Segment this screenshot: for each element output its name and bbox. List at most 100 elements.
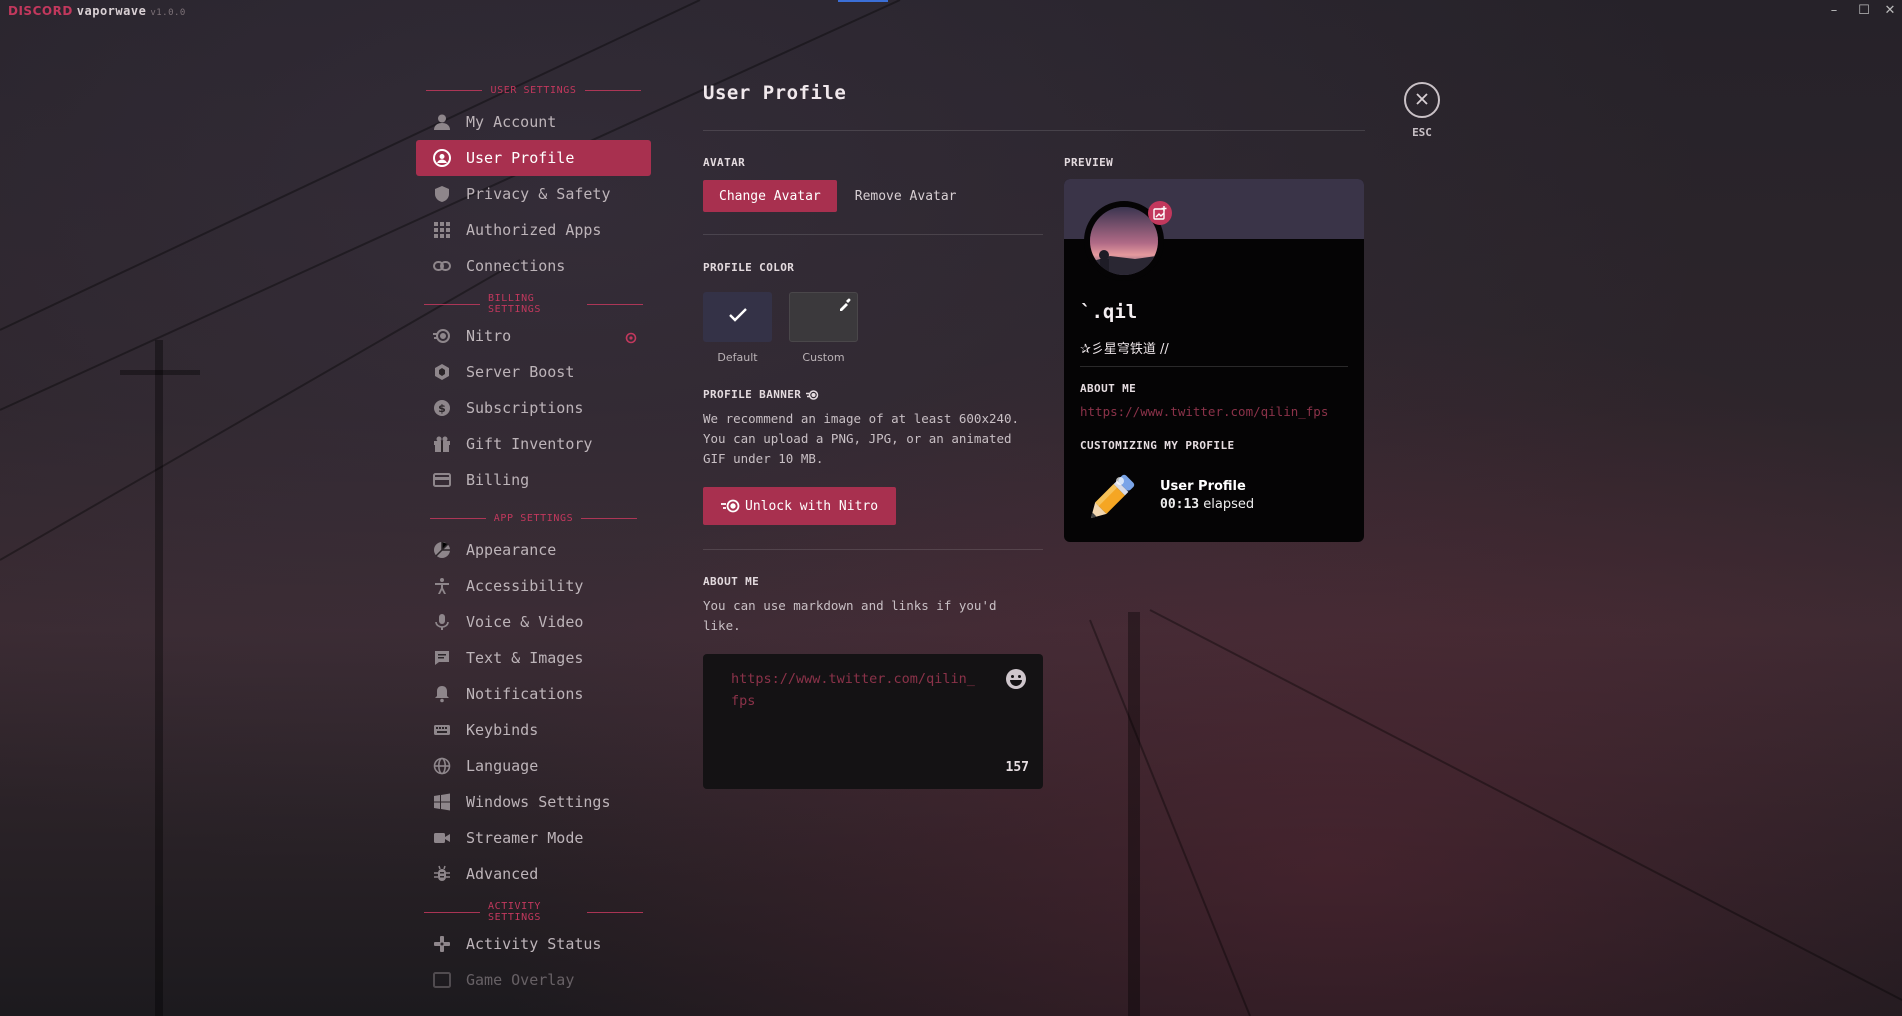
sidebar-item-connections[interactable]: Connections: [416, 248, 651, 284]
nitro-icon: [721, 498, 741, 514]
change-avatar-button[interactable]: Change Avatar: [703, 180, 837, 212]
update-indicator: [838, 0, 888, 2]
brand-name: DISCORD: [8, 4, 73, 18]
app-settings-header: APP SETTINGS: [416, 508, 651, 528]
bell-icon: [432, 684, 452, 704]
sidebar-item-user-profile[interactable]: User Profile: [416, 140, 651, 176]
close-settings[interactable]: ESC: [1404, 82, 1440, 139]
grid-icon: [432, 220, 452, 240]
add-image-icon[interactable]: [1148, 201, 1172, 225]
sidebar-item-label: Activity Status: [466, 935, 602, 953]
user-settings-header: USER SETTINGS: [416, 80, 651, 100]
sidebar-item-label: Subscriptions: [466, 399, 584, 417]
nitro-icon: [806, 389, 819, 401]
camera-icon: [432, 828, 452, 848]
remove-avatar-button[interactable]: Remove Avatar: [837, 180, 975, 212]
sidebar-item-subscriptions[interactable]: $ Subscriptions: [416, 390, 651, 426]
sidebar-item-label: Gift Inventory: [466, 435, 593, 453]
gift-icon: [432, 434, 452, 454]
activity-elapsed: 00:13 elapsed: [1160, 497, 1254, 512]
profile-preview-card: `.qil ✰彡星穹铁道 // ABOUT ME https://www.twi…: [1064, 179, 1364, 542]
maximize-icon[interactable]: ☐: [1854, 2, 1874, 20]
check-icon: [728, 307, 748, 327]
activity-row: User Profile 00:13 elapsed: [1080, 469, 1348, 529]
about-me-value[interactable]: https://www.twitter.com/qilin_fps: [731, 668, 981, 712]
profile-icon: [432, 148, 452, 168]
custom-color-swatch[interactable]: [789, 292, 858, 342]
default-color-label: Default: [717, 351, 758, 364]
nitro-icon: [432, 326, 452, 346]
sidebar-item-billing[interactable]: Billing: [416, 462, 651, 498]
sidebar-item-language[interactable]: Language: [416, 748, 651, 784]
close-window-icon[interactable]: ✕: [1880, 2, 1900, 20]
esc-label: ESC: [1412, 126, 1432, 139]
billing-settings-header: BILLING SETTINGS: [416, 293, 651, 315]
title-divider: [703, 130, 1365, 131]
credit-card-icon: [432, 470, 452, 490]
gear-bug-icon: [432, 864, 452, 884]
windows-icon: [432, 792, 452, 812]
sidebar-item-notifications[interactable]: Notifications: [416, 676, 651, 712]
avatar-actions: Change Avatar Remove Avatar: [703, 180, 975, 212]
about-me-textarea[interactable]: https://www.twitter.com/qilin_fps 157: [703, 654, 1043, 789]
preview-about-link[interactable]: https://www.twitter.com/qilin_fps: [1080, 404, 1328, 419]
sidebar-item-streamer-mode[interactable]: Streamer Mode: [416, 820, 651, 856]
sidebar-item-authorized-apps[interactable]: Authorized Apps: [416, 212, 651, 248]
profile-banner-description: We recommend an image of at least 600x24…: [703, 411, 1020, 466]
sidebar-item-gift-inventory[interactable]: Gift Inventory: [416, 426, 651, 462]
sidebar-item-label: Voice & Video: [466, 613, 584, 631]
user-profile-content: User Profile AVATAR Change Avatar Remove…: [703, 82, 1365, 789]
unlock-nitro-label: Unlock with Nitro: [745, 498, 879, 514]
sidebar-item-activity-status[interactable]: Activity Status: [416, 926, 651, 962]
version-label: v1.0.0: [150, 8, 186, 18]
nitro-badge-icon: [625, 330, 637, 344]
settings-sidebar: USER SETTINGS My Account User Profile Pr…: [416, 80, 651, 998]
sidebar-item-label: Streamer Mode: [466, 829, 584, 847]
close-button[interactable]: [1404, 82, 1440, 118]
close-icon: [1415, 91, 1429, 110]
sidebar-item-label: Nitro: [466, 327, 512, 345]
sidebar-item-server-boost[interactable]: Server Boost: [416, 354, 651, 390]
profile-color-label: PROFILE COLOR: [703, 261, 795, 274]
accessibility-icon: [432, 576, 452, 596]
svg-text:$: $: [438, 402, 446, 415]
sidebar-item-label: Language: [466, 757, 539, 775]
preview-custom-status: ✰彡星穹铁道 //: [1080, 342, 1169, 357]
sidebar-item-voice-video[interactable]: Voice & Video: [416, 604, 651, 640]
sidebar-item-keybinds[interactable]: Keybinds: [416, 712, 651, 748]
sidebar-item-label: Privacy & Safety: [466, 185, 611, 203]
sidebar-item-label: User Profile: [466, 149, 575, 167]
custom-color-option[interactable]: Custom: [789, 292, 858, 364]
minimize-icon[interactable]: –: [1824, 2, 1844, 20]
person-icon: [432, 112, 452, 132]
banner-divider: [703, 549, 1043, 550]
emoji-icon[interactable]: [1005, 668, 1027, 694]
sidebar-item-privacy-safety[interactable]: Privacy & Safety: [416, 176, 651, 212]
default-color-option[interactable]: Default: [703, 292, 772, 364]
avatar-label: AVATAR: [703, 156, 746, 169]
microphone-icon: [432, 612, 452, 632]
sidebar-item-accessibility[interactable]: Accessibility: [416, 568, 651, 604]
custom-color-label: Custom: [802, 351, 845, 364]
sidebar-item-my-account[interactable]: My Account: [416, 104, 651, 140]
default-color-swatch[interactable]: [703, 292, 772, 342]
sidebar-item-game-overlay[interactable]: Game Overlay: [416, 962, 651, 998]
keyboard-icon: [432, 720, 452, 740]
elapsed-suffix: elapsed: [1203, 497, 1255, 512]
sidebar-item-nitro[interactable]: Nitro: [416, 318, 651, 354]
theme-name: vaporwave: [76, 4, 147, 18]
sidebar-item-advanced[interactable]: Advanced: [416, 856, 651, 892]
app-brand: DISCORD vaporwave v1.0.0: [8, 4, 186, 18]
link-icon: [432, 256, 452, 276]
elapsed-time: 00:13: [1160, 497, 1200, 512]
sidebar-item-label: Text & Images: [466, 649, 584, 667]
activity-settings-header: ACTIVITY SETTINGS: [416, 901, 651, 923]
overlay-icon: [432, 970, 452, 990]
sidebar-item-windows-settings[interactable]: Windows Settings: [416, 784, 651, 820]
about-me-description: You can use markdown and links if you'd …: [703, 598, 997, 633]
sidebar-item-label: Game Overlay: [466, 971, 575, 989]
avatar-divider: [703, 234, 1043, 235]
unlock-nitro-button[interactable]: Unlock with Nitro: [703, 487, 897, 525]
sidebar-item-appearance[interactable]: Appearance: [416, 532, 651, 568]
sidebar-item-text-images[interactable]: Text & Images: [416, 640, 651, 676]
